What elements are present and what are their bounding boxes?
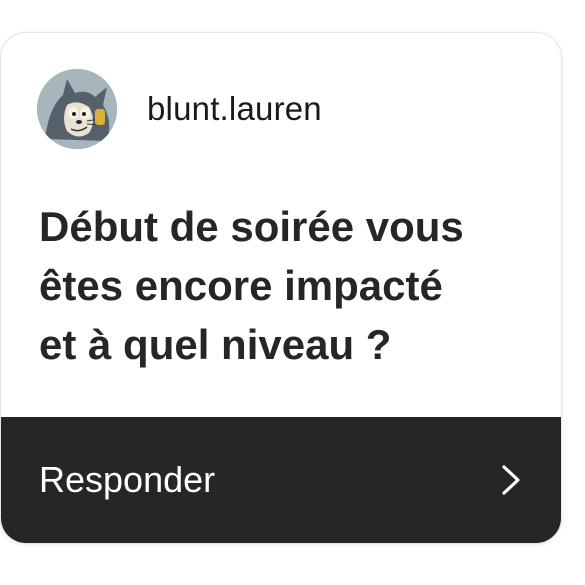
username[interactable]: blunt.lauren — [147, 90, 322, 128]
question-card: blunt.lauren Début de soirée vous êtes e… — [0, 32, 562, 544]
cartoon-cat-avatar-icon — [37, 69, 117, 149]
reply-label: Responder — [39, 459, 216, 500]
avatar[interactable] — [37, 69, 117, 149]
question-text: Début de soirée vous êtes encore impacté… — [39, 203, 464, 368]
card-header: blunt.lauren — [37, 69, 322, 149]
chevron-right-icon — [502, 465, 520, 495]
reply-button[interactable]: Responder — [1, 417, 561, 543]
